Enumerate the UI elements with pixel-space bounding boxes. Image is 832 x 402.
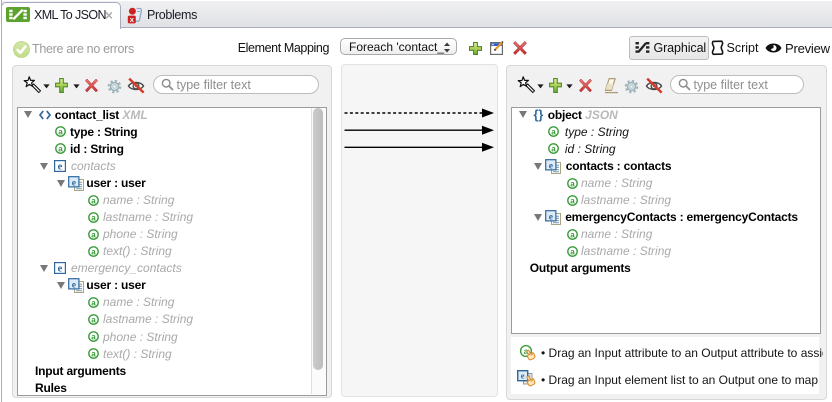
svg-text:e: e xyxy=(520,370,524,380)
